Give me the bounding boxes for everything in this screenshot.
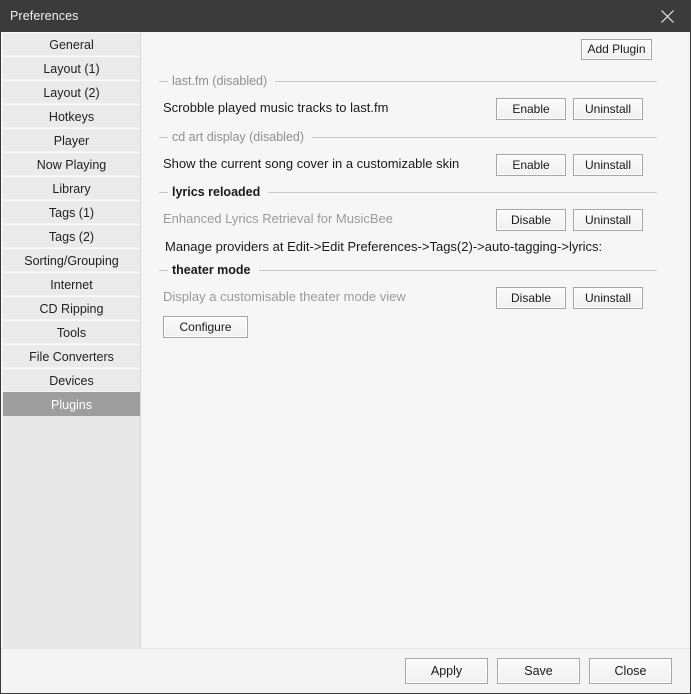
sidebar-item-plugins[interactable]: Plugins <box>3 392 140 416</box>
group-box-dash <box>159 136 168 138</box>
dialog-body: General Layout (1) Layout (2) Hotkeys Player… <box>1 32 690 694</box>
plugin-section: lyrics reloaded Enhanced Lyrics Retrieval… <box>159 184 657 254</box>
plugin-section: theater mode Display a customisable theat… <box>159 262 657 338</box>
sidebar-item-tools[interactable]: Tools <box>3 320 140 344</box>
plugin-section-header: lyrics reloaded <box>159 184 657 200</box>
sidebar-item-layout-1[interactable]: Layout (1) <box>3 56 140 80</box>
footer-button-group: Apply Save Close <box>405 658 672 684</box>
sidebar-item-label: Tags (1) <box>48 206 95 220</box>
plugin-note: Manage providers at Edit->Edit Preferenc… <box>165 239 603 254</box>
sidebar-item-label: Hotkeys <box>48 110 95 124</box>
group-box-dash <box>159 269 168 271</box>
title-bar: Preferences <box>1 0 690 32</box>
sidebar-item-label: Library <box>52 182 91 196</box>
sidebar-item-library[interactable]: Library <box>3 176 140 200</box>
sidebar-item-label: Layout (2) <box>43 86 100 100</box>
sidebar-item-general[interactable]: General <box>3 32 140 56</box>
plugin-section: cd art display (disabled) Show the curren… <box>159 129 657 178</box>
sidebar-item-file-converters[interactable]: File Converters <box>3 344 140 368</box>
group-box-rule <box>268 191 657 193</box>
sidebar-item-tags-2[interactable]: Tags (2) <box>3 224 140 248</box>
plugin-actions: Enable Uninstall <box>496 154 643 176</box>
sidebar-item-layout-2[interactable]: Layout (2) <box>3 80 140 104</box>
window-title: Preferences <box>10 9 79 23</box>
configure-button[interactable]: Configure <box>163 316 248 338</box>
sidebar-item-label: File Converters <box>29 350 114 364</box>
add-plugin-row: Add Plugin <box>581 39 652 60</box>
enable-button[interactable]: Enable <box>496 98 566 120</box>
plugin-section-header: theater mode <box>159 262 657 278</box>
sidebar-item-label: Devices <box>49 374 94 388</box>
sidebar-item-devices[interactable]: Devices <box>3 368 140 392</box>
plugin-description: Show the current song cover in a customi… <box>163 156 460 171</box>
uninstall-button[interactable]: Uninstall <box>573 154 643 176</box>
group-box-dash <box>159 191 168 193</box>
sidebar-item-label: Tools <box>56 326 87 340</box>
sidebar-item-internet[interactable]: Internet <box>3 272 140 296</box>
plugin-row: Enhanced Lyrics Retrieval for MusicBee Di… <box>159 209 657 233</box>
plugin-title: lyrics reloaded <box>172 185 261 199</box>
sidebar-item-player[interactable]: Player <box>3 128 140 152</box>
plugins-panel: Add Plugin last.fm (disabled) Scrobble pl… <box>141 32 688 649</box>
plugin-title: theater mode <box>172 263 251 277</box>
close-button[interactable] <box>645 0 690 32</box>
sidebar-item-hotkeys[interactable]: Hotkeys <box>3 104 140 128</box>
category-sidebar: General Layout (1) Layout (2) Hotkeys Player… <box>3 32 141 649</box>
add-plugin-button[interactable]: Add Plugin <box>581 39 652 60</box>
plugin-section-header: last.fm (disabled) <box>159 73 657 89</box>
group-box-dash <box>159 80 168 82</box>
plugin-section: last.fm (disabled) Scrobble played music … <box>159 73 657 122</box>
enable-button[interactable]: Enable <box>496 154 566 176</box>
sidebar-item-label: Player <box>53 134 90 148</box>
apply-button[interactable]: Apply <box>405 658 488 684</box>
plugin-actions: Disable Uninstall <box>496 287 643 309</box>
plugin-section-header: cd art display (disabled) <box>159 129 657 145</box>
sidebar-item-label: Internet <box>50 278 93 292</box>
uninstall-button[interactable]: Uninstall <box>573 209 643 231</box>
group-box-rule <box>258 269 657 271</box>
plugin-description: Scrobble played music tracks to last.fm <box>163 100 389 115</box>
dialog-footer: Apply Save Close <box>1 648 690 694</box>
sidebar-item-tags-1[interactable]: Tags (1) <box>3 200 140 224</box>
plugin-title: cd art display (disabled) <box>172 130 305 144</box>
plugin-description: Enhanced Lyrics Retrieval for MusicBee <box>163 211 394 226</box>
sidebar-item-now-playing[interactable]: Now Playing <box>3 152 140 176</box>
disable-button[interactable]: Disable <box>496 209 566 231</box>
plugin-row: Display a customisable theater mode view… <box>159 287 657 311</box>
sidebar-item-label: Tags (2) <box>48 230 95 244</box>
uninstall-button[interactable]: Uninstall <box>573 287 643 309</box>
sidebar-item-cd-ripping[interactable]: CD Ripping <box>3 296 140 320</box>
save-button[interactable]: Save <box>497 658 580 684</box>
sidebar-item-sorting-grouping[interactable]: Sorting/Grouping <box>3 248 140 272</box>
plugin-row: Show the current song cover in a customi… <box>159 154 657 178</box>
plugin-title: last.fm (disabled) <box>172 74 268 88</box>
sidebar-item-label: CD Ripping <box>39 302 104 316</box>
plugin-actions: Enable Uninstall <box>496 98 643 120</box>
sidebar-item-label: Layout (1) <box>43 62 100 76</box>
plugin-actions: Disable Uninstall <box>496 209 643 231</box>
close-icon <box>660 9 675 24</box>
uninstall-button[interactable]: Uninstall <box>573 98 643 120</box>
preferences-window: Preferences General Layout (1) Layout (2) H… <box>0 0 691 694</box>
plugin-configure-row: Configure <box>163 316 657 338</box>
group-box-rule <box>275 80 657 82</box>
sidebar-item-label: Now Playing <box>36 158 107 172</box>
sidebar-item-label: Sorting/Grouping <box>24 254 119 268</box>
disable-button[interactable]: Disable <box>496 287 566 309</box>
plugin-description: Display a customisable theater mode view <box>163 289 406 304</box>
sidebar-item-label: General <box>49 38 94 52</box>
close-dialog-button[interactable]: Close <box>589 658 672 684</box>
group-box-rule <box>312 136 657 138</box>
plugin-row: Scrobble played music tracks to last.fm E… <box>159 98 657 122</box>
sidebar-item-label: Plugins <box>51 398 92 412</box>
